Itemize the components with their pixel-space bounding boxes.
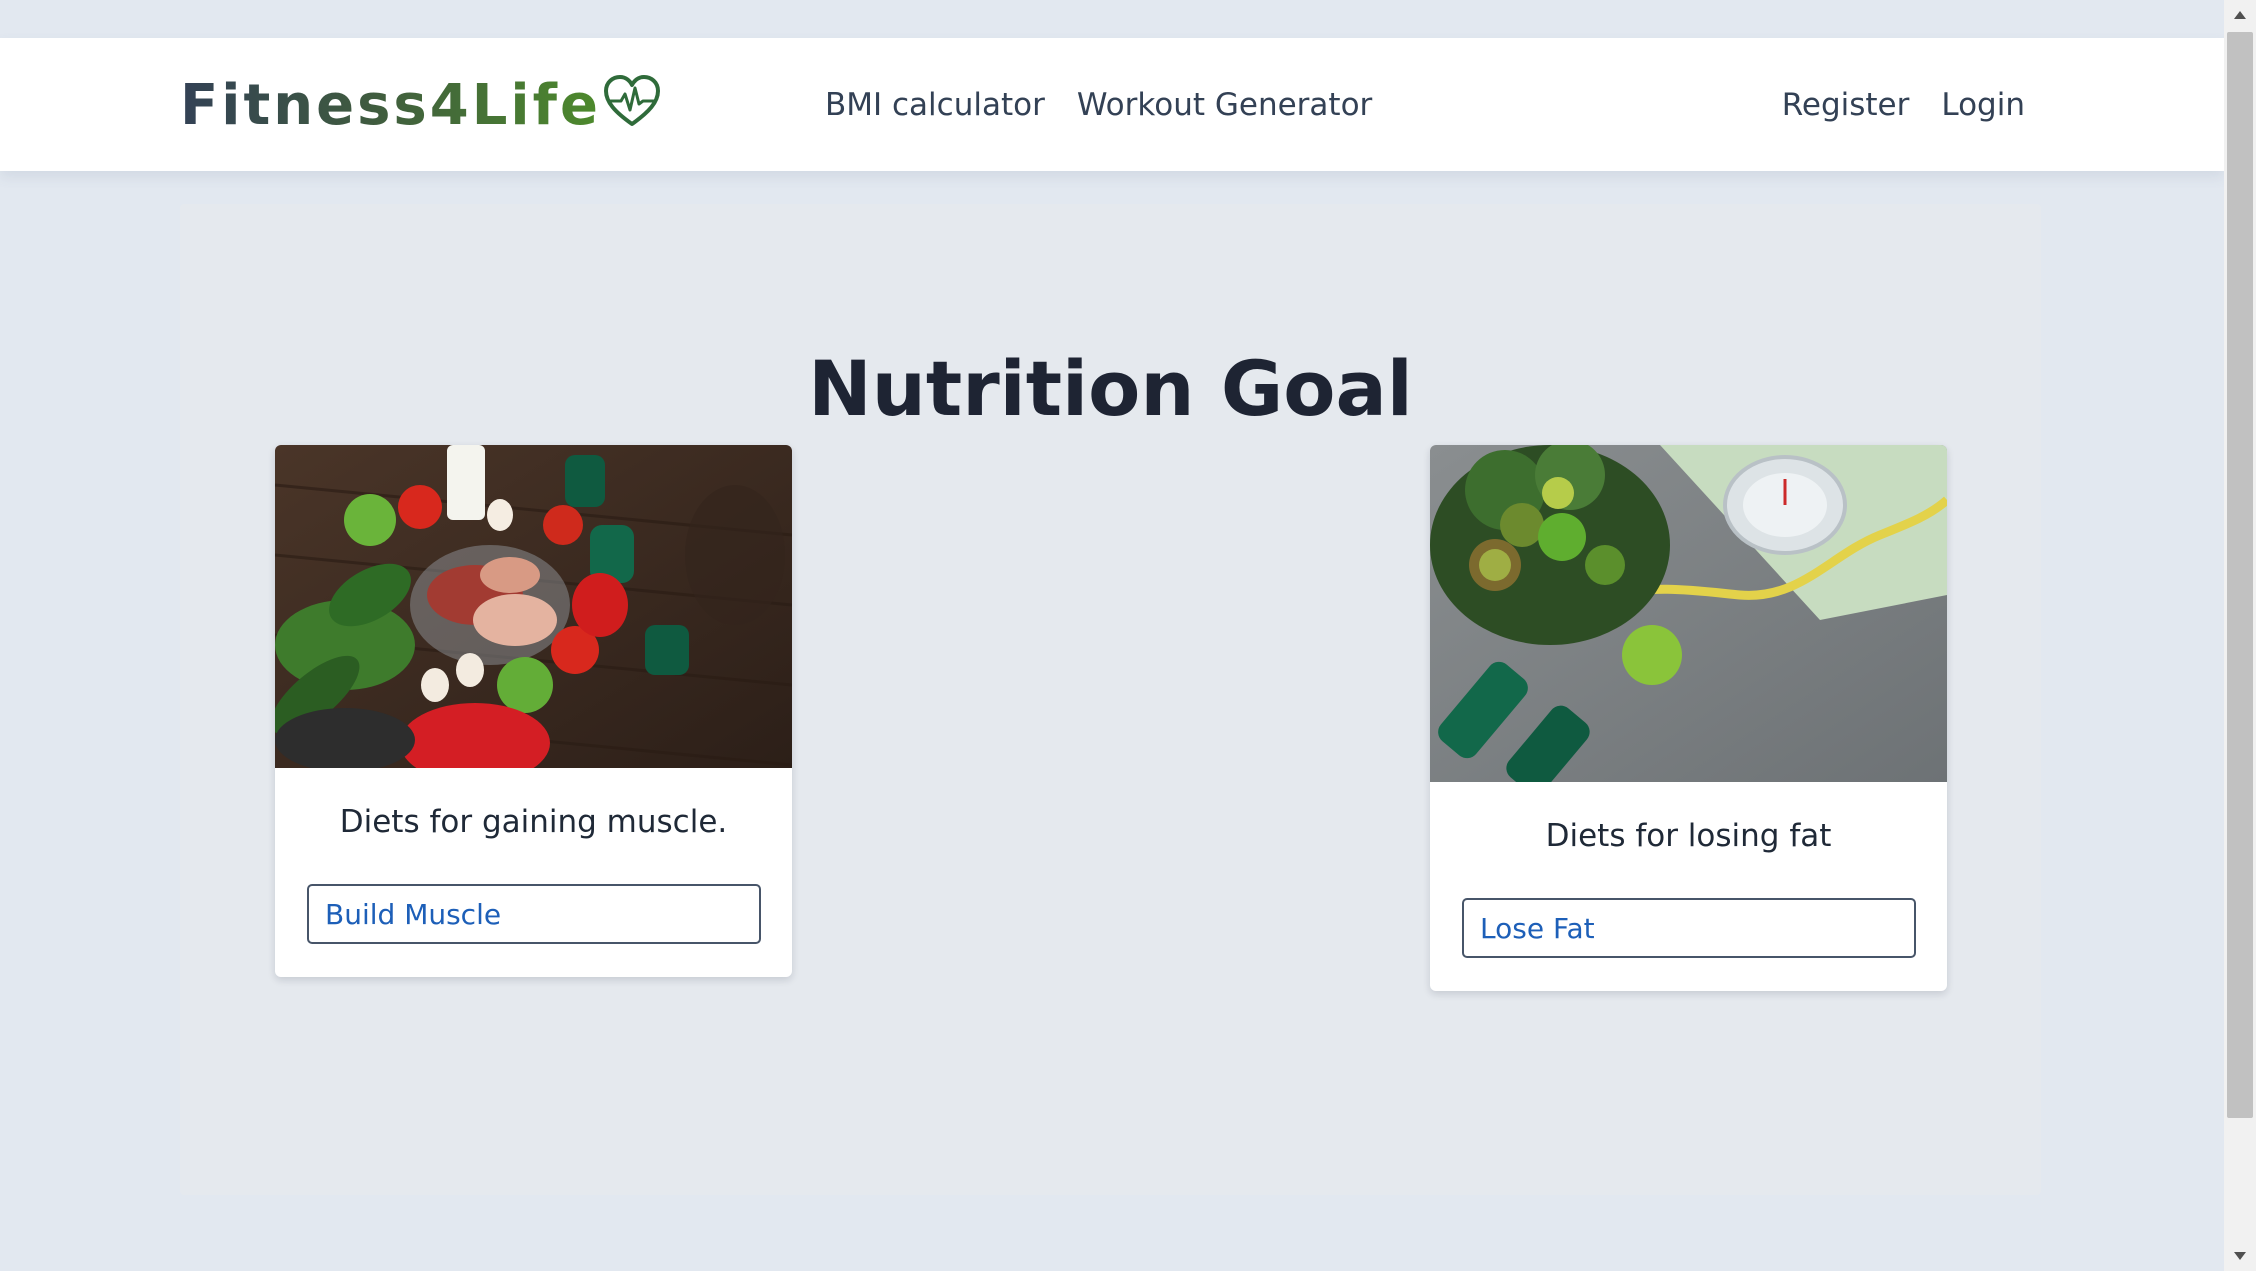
nav-link-workout-generator[interactable]: Workout Generator [1077, 87, 1372, 123]
logo-text: Fitness4Life [180, 73, 601, 138]
scrollbar-thumb[interactable] [2227, 32, 2253, 1118]
page-title: Nutrition Goal [808, 344, 1413, 433]
card-lose-fat: Diets for losing fat Lose Fat [1430, 445, 1947, 991]
main-container: Nutrition Goal Diets for gaining muscle.… [180, 204, 2041, 1195]
muscle-food-photo [275, 445, 792, 768]
card-description: Diets for gaining muscle. [339, 804, 728, 840]
lose-fat-button[interactable]: Lose Fat [1462, 898, 1916, 958]
heart-pulse-icon [603, 75, 660, 126]
card-description: Diets for losing fat [1545, 818, 1832, 854]
main-nav: BMI calculator Workout Generator [825, 38, 1372, 171]
nav-link-login[interactable]: Login [1941, 87, 2025, 123]
lose-fat-image [1430, 445, 1947, 782]
vertical-scrollbar[interactable] [2224, 0, 2256, 1271]
muscle-food-image [275, 445, 792, 768]
build-muscle-button[interactable]: Build Muscle [307, 884, 761, 944]
chevron-down-icon[interactable] [2224, 1241, 2256, 1271]
navbar: Fitness4Life BMI calculator Workout Gene… [0, 38, 2224, 171]
top-strip [0, 0, 2224, 38]
nav-link-register[interactable]: Register [1782, 87, 1910, 123]
site-logo[interactable]: Fitness4Life [180, 73, 661, 138]
chevron-up-icon[interactable] [2224, 0, 2256, 30]
lose-fat-photo [1430, 445, 1947, 782]
page: Fitness4Life BMI calculator Workout Gene… [0, 0, 2256, 1271]
card-build-muscle: Diets for gaining muscle. Build Muscle [275, 445, 792, 977]
auth-nav: Register Login [1782, 38, 2025, 171]
nav-link-bmi-calculator[interactable]: BMI calculator [825, 87, 1045, 123]
